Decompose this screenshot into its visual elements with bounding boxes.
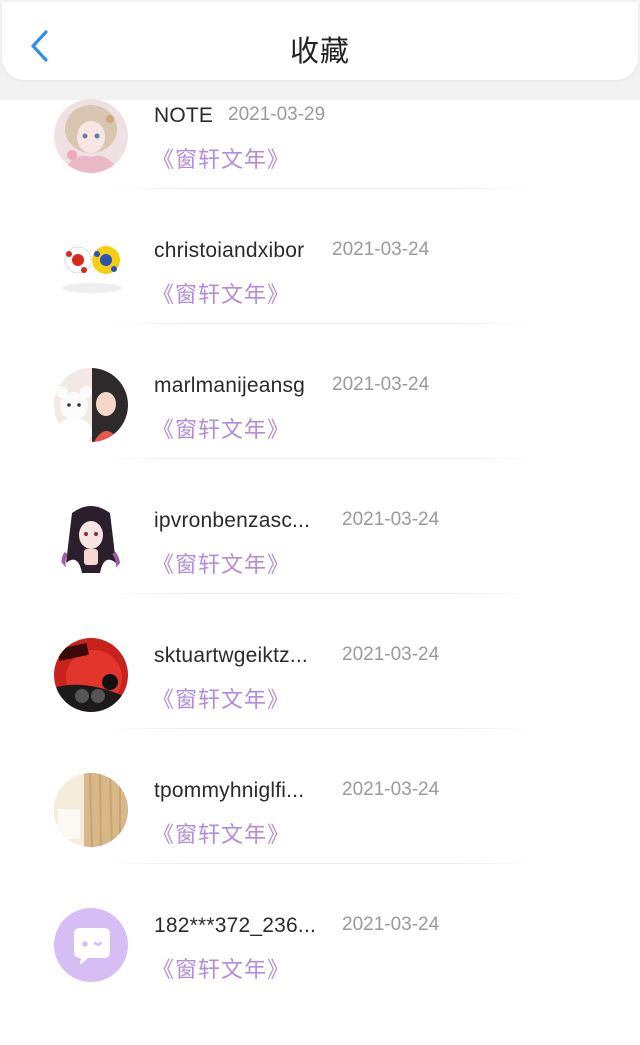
divider	[100, 728, 540, 729]
default-chat-avatar	[54, 908, 128, 982]
avatar	[54, 908, 128, 982]
anime-girl-pink-avatar	[54, 99, 128, 173]
dance-red-avatar	[54, 638, 128, 712]
user-name: tpommyhniglfi...	[154, 779, 305, 802]
bear-and-girl-avatar	[54, 368, 128, 442]
user-name: ipvronbenzasc...	[154, 509, 311, 532]
list-item[interactable]: marlmanijeansg 2021-03-24 《窗轩文年》	[0, 368, 640, 505]
avatar	[54, 773, 128, 847]
list-item[interactable]: christoiandxibor 2021-03-24 《窗轩文年》	[0, 234, 640, 370]
divider	[100, 593, 540, 594]
divider	[100, 323, 540, 324]
date-label: 2021-03-24	[332, 374, 430, 395]
date-label: 2021-03-24	[332, 239, 430, 260]
list-item[interactable]: sktuartwgeiktz... 2021-03-24 《窗轩文年》	[0, 638, 640, 775]
header: 收藏	[2, 2, 638, 80]
user-name: sktuartwgeiktz...	[154, 644, 308, 667]
anime-girl-dark-hair-avatar	[54, 503, 128, 577]
user-name: NOTE	[154, 104, 214, 127]
curtain-window-avatar	[54, 773, 128, 847]
list-item[interactable]: NOTE 2021-03-29 《窗轩文年》	[0, 99, 640, 235]
soccer-balls-avatar	[54, 234, 128, 308]
book-title-link[interactable]: 《窗轩文年》	[152, 412, 290, 444]
date-label: 2021-03-24	[342, 644, 440, 665]
date-label: 2021-03-29	[228, 104, 326, 125]
date-label: 2021-03-24	[342, 779, 440, 800]
user-name: marlmanijeansg	[154, 374, 306, 397]
date-label: 2021-03-24	[342, 509, 440, 530]
divider	[100, 458, 540, 459]
avatar	[54, 503, 128, 577]
list-item[interactable]: ipvronbenzasc... 2021-03-24 《窗轩文年》	[0, 503, 640, 640]
page-title: 收藏	[289, 36, 350, 68]
avatar	[54, 368, 128, 442]
user-name: 182***372_236...	[154, 914, 317, 937]
user-name: christoiandxibor	[154, 239, 305, 262]
date-label: 2021-03-24	[342, 914, 440, 935]
list-item[interactable]: 182***372_236... 2021-03-24 《窗轩文年》	[0, 908, 640, 1045]
avatar	[54, 99, 128, 173]
divider	[100, 188, 540, 189]
divider	[100, 863, 540, 864]
book-title-link[interactable]: 《窗轩文年》	[152, 817, 290, 849]
list-item[interactable]: tpommyhniglfi... 2021-03-24 《窗轩文年》	[0, 773, 640, 910]
book-title-link[interactable]: 《窗轩文年》	[152, 142, 290, 174]
book-title-link[interactable]: 《窗轩文年》	[152, 277, 290, 309]
book-title-link[interactable]: 《窗轩文年》	[152, 952, 290, 984]
avatar	[54, 234, 128, 308]
avatar	[54, 638, 128, 712]
book-title-link[interactable]: 《窗轩文年》	[152, 547, 290, 579]
book-title-link[interactable]: 《窗轩文年》	[152, 682, 290, 714]
